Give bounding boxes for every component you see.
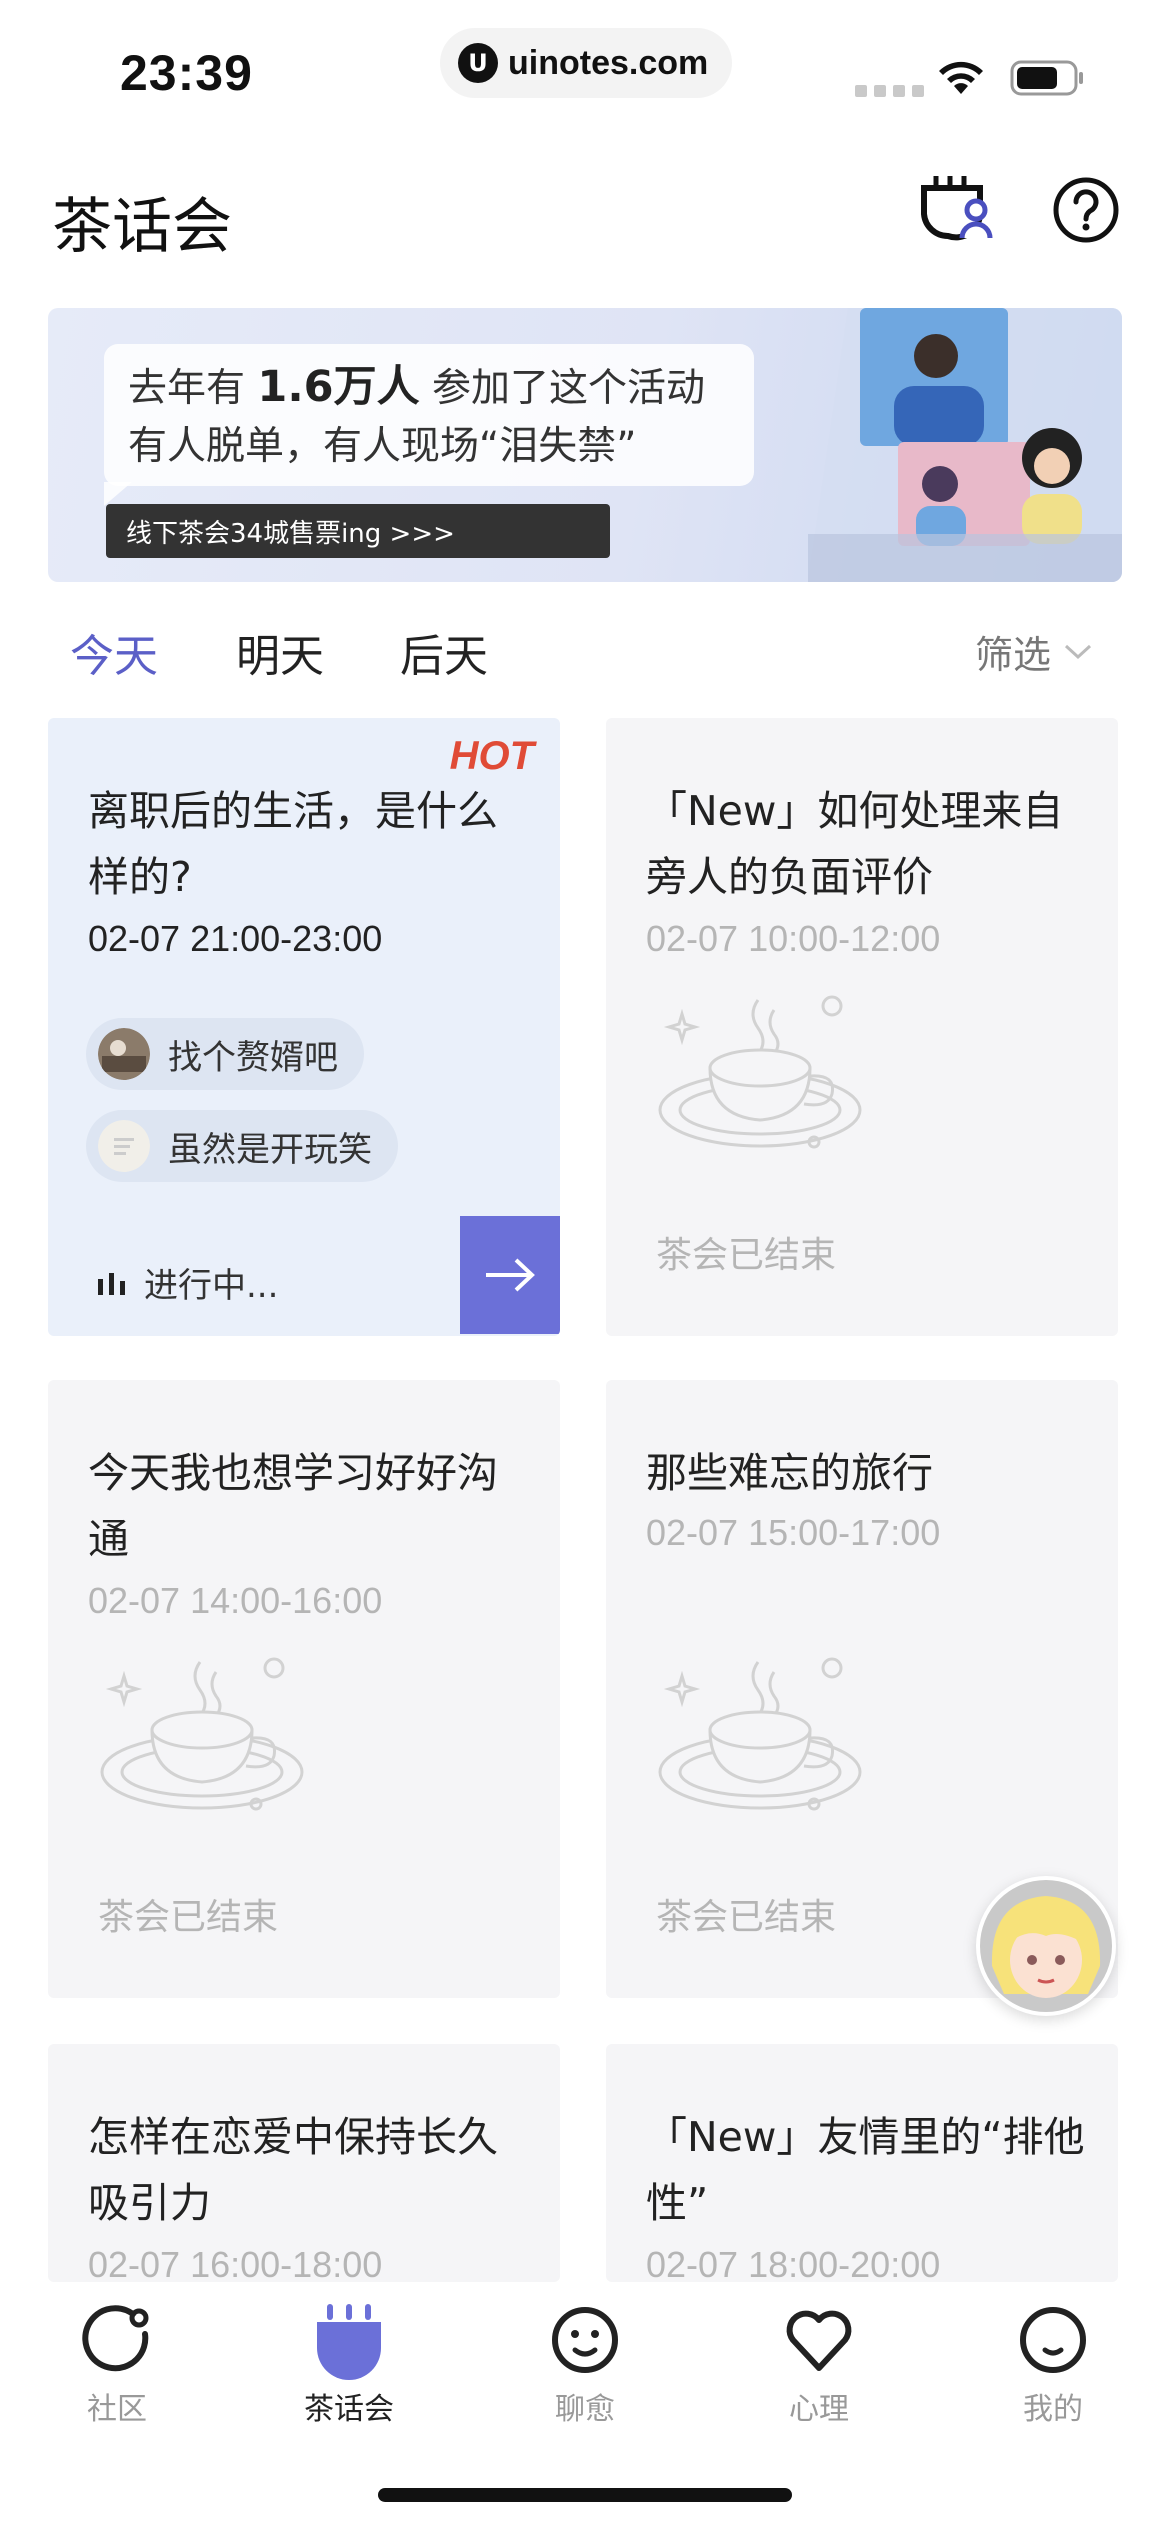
card-title: 离职后的生活，是什么样的?: [88, 787, 498, 901]
status-time: 23:39: [120, 45, 253, 101]
nav-label: 社区: [87, 2392, 147, 2427]
card-time: 02-07 14:00-16:00: [88, 1580, 383, 1621]
enter-button[interactable]: [460, 1216, 560, 1334]
heart-icon: [786, 2310, 852, 2371]
nav-chat-heal[interactable]: 聊愈: [510, 2300, 660, 2428]
filter-button[interactable]: 筛选: [975, 624, 1093, 679]
nav-label: 聊愈: [555, 2392, 615, 2427]
live-bars-icon: [98, 1272, 125, 1295]
callout-tail: [104, 482, 132, 506]
nav-community[interactable]: 社区: [42, 2300, 192, 2428]
my-tea-party-icon[interactable]: [918, 172, 998, 244]
banner-subline: 有人脱单，有人现场“泪失禁”: [128, 424, 637, 469]
status-text: 茶会已结束: [656, 1235, 837, 1276]
tea-party-card[interactable]: 「New」友情里的“排他性” 02-07 18:00-20:00: [606, 2044, 1118, 2282]
nav-tea-party[interactable]: 茶话会: [274, 2300, 424, 2428]
nav-label: 我的: [1023, 2392, 1083, 2427]
promo-banner[interactable]: 去年有 1.6万人 参加了这个活动 有人脱单，有人现场“泪失禁” 线下茶会34城…: [48, 308, 1122, 582]
site-logo-icon: U: [458, 43, 498, 83]
empty-teacup-icon: [658, 1657, 862, 1811]
topic-chip[interactable]: 虽然是开玩笑: [86, 1110, 398, 1182]
cellular-signal-icon: [855, 85, 924, 97]
banner-headline: 去年有 1.6万人 参加了这个活动: [128, 362, 706, 412]
community-icon: [82, 2305, 149, 2372]
card-time: 02-07 10:00-12:00: [646, 918, 941, 959]
filter-label: 筛选: [975, 633, 1052, 677]
status-text: 茶会已结束: [98, 1897, 279, 1938]
battery-icon: [1010, 60, 1083, 96]
card-title: 今天我也想学习好好沟通: [88, 1449, 498, 1563]
card-title: 怎样在恋爱中保持长久吸引力: [88, 2113, 498, 2227]
url-pill[interactable]: U uinotes.com: [440, 28, 732, 98]
url-text: uinotes.com: [508, 43, 709, 82]
chip-label: 虽然是开玩笑: [168, 1129, 372, 1170]
card-title: 「New」如何处理来自旁人的负面评价: [646, 787, 1064, 901]
hot-badge: HOT: [449, 734, 534, 778]
wifi-icon: [939, 61, 983, 94]
floating-avatar-button[interactable]: [976, 1876, 1116, 2016]
status-bar: 23:39 U uinotes.com: [0, 0, 1170, 130]
tea-party-card[interactable]: HOT 离职后的生活，是什么样的? 02-07 21:00-23:00 找个赘婿…: [48, 718, 560, 1336]
card-time: 02-07 15:00-17:00: [646, 1512, 941, 1553]
topic-chip[interactable]: 找个赘婿吧: [86, 1018, 364, 1090]
avatar: [98, 1120, 150, 1172]
nav-label: 茶话会: [304, 2392, 394, 2427]
help-icon[interactable]: [1052, 176, 1120, 244]
chip-label: 找个赘婿吧: [168, 1037, 338, 1078]
chat-heal-icon: [552, 2307, 618, 2373]
status-text: 茶会已结束: [656, 1897, 837, 1938]
empty-teacup-icon: [658, 995, 862, 1149]
tea-party-card[interactable]: 怎样在恋爱中保持长久吸引力 02-07 16:00-18:00: [48, 2044, 560, 2282]
banner-cta[interactable]: 线下茶会34城售票ing >>>: [106, 504, 610, 558]
page-title: 茶话会: [52, 192, 232, 262]
tab-today[interactable]: 今天: [70, 620, 158, 684]
nav-label: 心理: [789, 2392, 849, 2427]
arrow-right-icon: [486, 1258, 535, 1292]
tea-party-icon: [317, 2304, 381, 2380]
banner-illustration: [808, 308, 1122, 582]
card-title: 那些难忘的旅行: [646, 1449, 933, 1497]
empty-teacup-icon: [100, 1657, 304, 1811]
avatar: [98, 1028, 150, 1080]
banner-highlight: 1.6万人: [257, 362, 420, 412]
banner-callout: 去年有 1.6万人 参加了这个活动 有人脱单，有人现场“泪失禁”: [104, 344, 754, 486]
status-text: 进行中...: [144, 1266, 279, 1306]
card-time: 02-07 21:00-23:00: [88, 918, 383, 959]
live-status: 进行中...: [96, 1258, 278, 1307]
avatar: [980, 1880, 1112, 2012]
card-time: 02-07 18:00-20:00: [646, 2244, 941, 2282]
profile-icon: [1020, 2307, 1086, 2373]
tab-day-after[interactable]: 后天: [400, 620, 488, 684]
tea-party-card[interactable]: 「New」如何处理来自旁人的负面评价 02-07 10:00-12:00 茶会已…: [606, 718, 1118, 1336]
card-time: 02-07 16:00-18:00: [88, 2244, 383, 2282]
nav-psychology[interactable]: 心理: [744, 2300, 894, 2428]
chevron-down-icon: [1065, 644, 1092, 659]
home-indicator: [378, 2488, 792, 2502]
tab-tomorrow[interactable]: 明天: [236, 620, 324, 684]
nav-profile[interactable]: 我的: [978, 2300, 1128, 2428]
card-title: 「New」友情里的“排他性”: [646, 2113, 1085, 2227]
tea-party-card[interactable]: 今天我也想学习好好沟通 02-07 14:00-16:00 茶会已结束: [48, 1380, 560, 1998]
